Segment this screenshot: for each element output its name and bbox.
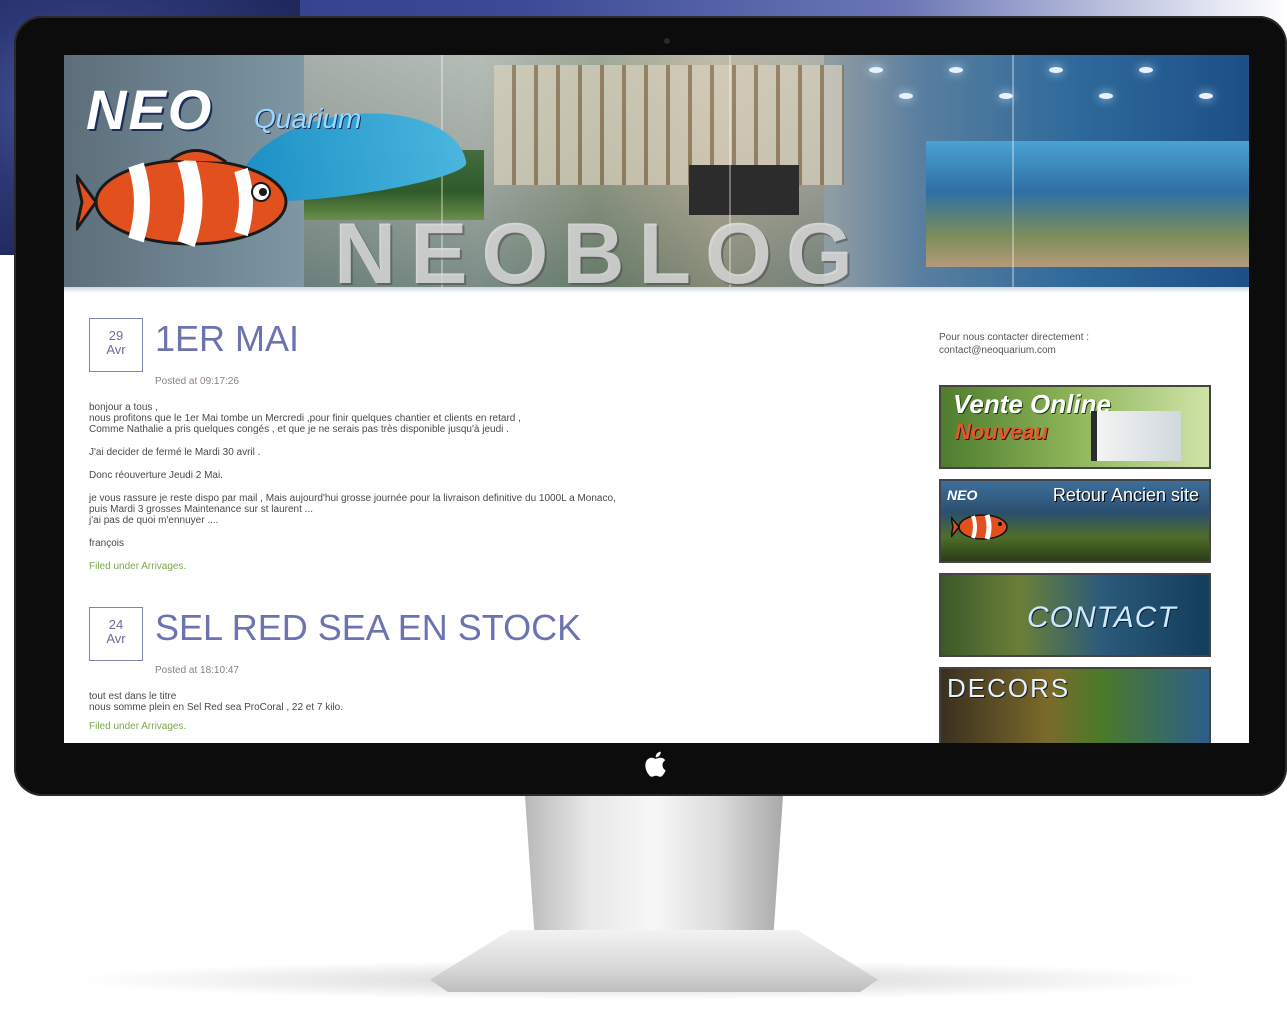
website-screen: NEOBLOG NEO Quarium 29 Avr 1ER MAI Poste… bbox=[64, 55, 1249, 743]
post-paragraph: J'ai decider de fermé le Mardi 30 avril … bbox=[89, 447, 261, 458]
post-paragraph: tout est dans le titre nous somme plein … bbox=[89, 691, 344, 713]
decors-label: DECORS bbox=[947, 673, 1071, 703]
header-divider bbox=[64, 287, 1249, 293]
vente-online-label: Vente Online bbox=[953, 389, 1111, 419]
banner-title: NEOBLOG bbox=[334, 206, 867, 287]
banner-spotlight bbox=[949, 67, 963, 73]
post-date-month: Avr bbox=[106, 342, 126, 357]
banner-divider bbox=[1012, 55, 1014, 287]
banner-reef-tank bbox=[926, 141, 1249, 267]
post-category-link[interactable]: Filed under Arrivages. bbox=[89, 721, 769, 732]
banner-spotlight bbox=[1139, 67, 1153, 73]
logo-neo-text[interactable]: NEO bbox=[86, 77, 213, 142]
monitor-stand-base bbox=[430, 930, 878, 992]
banner-spotlight bbox=[869, 67, 883, 73]
retour-ancien-site-banner[interactable]: NEO Retour Ancien site bbox=[939, 479, 1211, 563]
post-body: bonjour a tous , nous profitons que le 1… bbox=[89, 402, 769, 572]
nouveau-label: Nouveau bbox=[955, 419, 1048, 444]
post-date-badge: 24 Avr bbox=[89, 607, 143, 661]
site-header-banner: NEOBLOG NEO Quarium bbox=[64, 55, 1249, 287]
contact-banner[interactable]: CONTACT bbox=[939, 573, 1211, 657]
post-title[interactable]: SEL RED SEA EN STOCK bbox=[155, 607, 581, 649]
post-date-day: 24 bbox=[108, 617, 124, 632]
banner-spotlight bbox=[899, 93, 913, 99]
post-paragraph: françois bbox=[89, 538, 125, 549]
clownfish-icon bbox=[951, 514, 1008, 540]
monitor-stand-neck bbox=[525, 796, 783, 946]
logo-quarium-text[interactable]: Quarium bbox=[254, 103, 361, 135]
apple-logo-icon bbox=[645, 751, 666, 777]
retour-neo-logo: NEO bbox=[947, 487, 978, 503]
contact-label: Pour nous contacter directement : bbox=[939, 332, 1090, 343]
post-title[interactable]: 1ER MAI bbox=[155, 318, 299, 360]
sidebar-contact-info: Pour nous contacter directement : contac… bbox=[939, 331, 1089, 357]
post-timestamp: Posted at 18:10:47 bbox=[155, 665, 239, 676]
post-date-day: 29 bbox=[108, 328, 124, 343]
post-paragraph: je vous rassure je reste dispo par mail … bbox=[89, 493, 616, 526]
post-timestamp: Posted at 09:17:26 bbox=[155, 376, 239, 387]
product-image bbox=[1091, 411, 1181, 461]
decors-banner[interactable]: DECORS bbox=[939, 667, 1211, 743]
post-date-month: Avr bbox=[106, 631, 126, 646]
contact-label: CONTACT bbox=[1027, 601, 1177, 634]
banner-spotlight bbox=[1199, 93, 1213, 99]
vente-online-banner[interactable]: Vente Online Nouveau bbox=[939, 385, 1211, 469]
post-paragraph: Donc réouverture Jeudi 2 Mai. bbox=[89, 470, 223, 481]
banner-spotlight bbox=[1049, 67, 1063, 73]
banner-spotlight bbox=[999, 93, 1013, 99]
contact-email-link[interactable]: contact@neoquarium.com bbox=[939, 344, 1089, 357]
banner-spotlight bbox=[1099, 93, 1113, 99]
retour-label: Retour Ancien site bbox=[1052, 485, 1199, 505]
post-paragraph: bonjour a tous , nous profitons que le 1… bbox=[89, 402, 521, 435]
clownfish-logo-icon[interactable] bbox=[76, 140, 306, 260]
post-category-link[interactable]: Filed under Arrivages. bbox=[89, 561, 769, 572]
camera-icon bbox=[664, 38, 670, 44]
post-date-badge: 29 Avr bbox=[89, 318, 143, 372]
post-body: tout est dans le titre nous somme plein … bbox=[89, 691, 769, 732]
